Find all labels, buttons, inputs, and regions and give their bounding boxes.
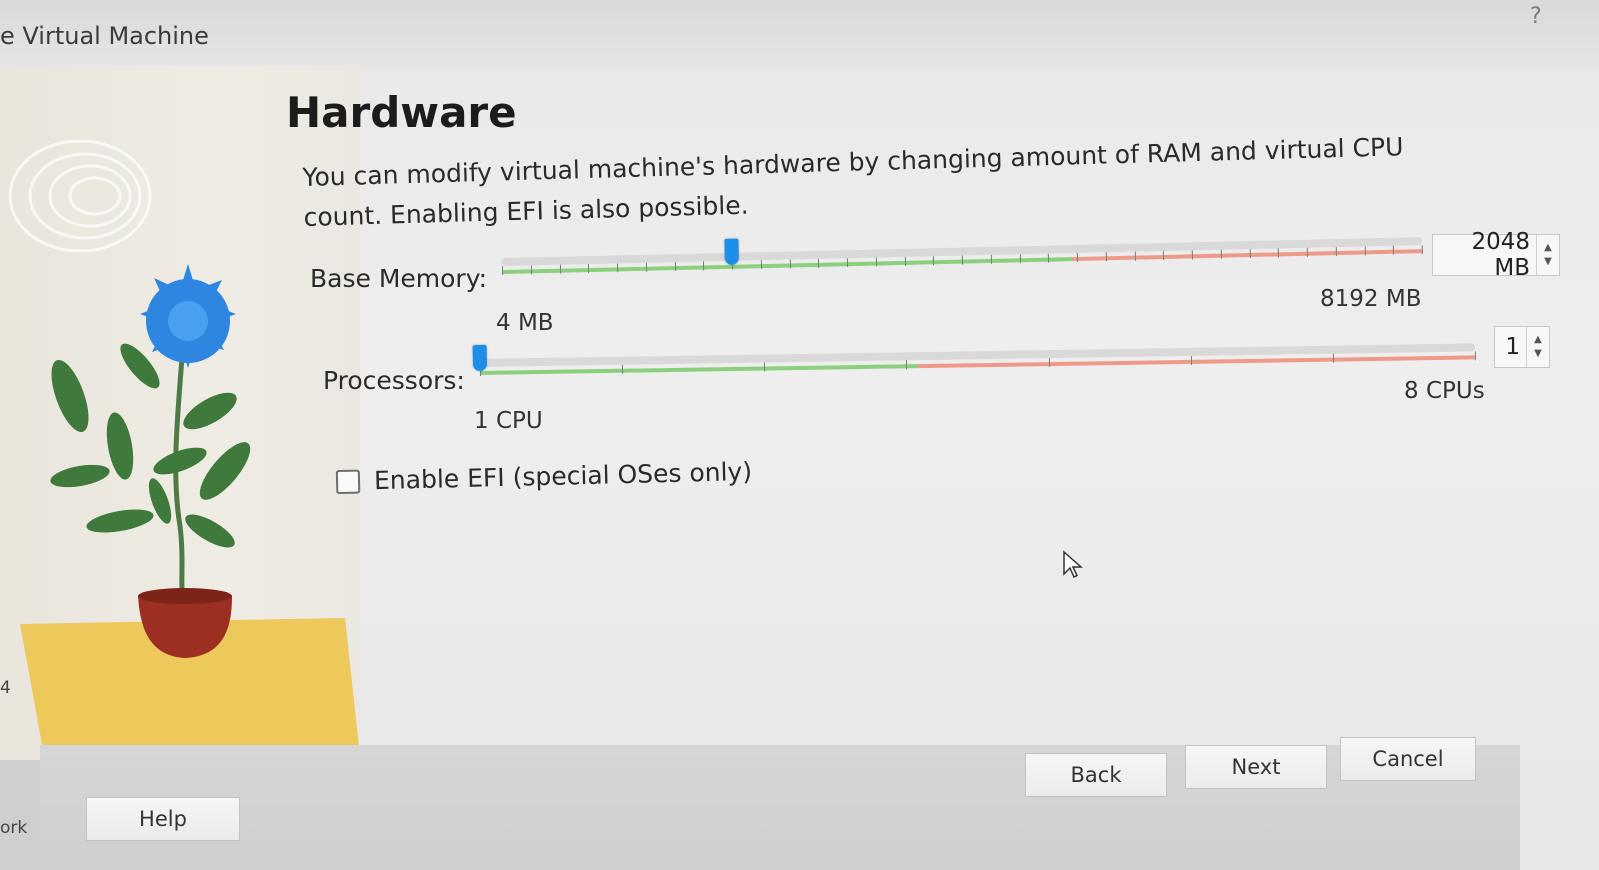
base-memory-label: Base Memory: xyxy=(310,264,488,293)
slider-tick xyxy=(1392,245,1395,255)
memory-slider-handle[interactable] xyxy=(724,238,739,265)
slider-tick xyxy=(764,362,766,372)
processors-spin-arrows[interactable]: ▲ ▼ xyxy=(1526,327,1549,367)
slider-tick xyxy=(1048,253,1050,263)
memory-value: 2048 MB xyxy=(1471,229,1530,281)
window-title: e Virtual Machine xyxy=(0,22,209,50)
processors-spinbox[interactable]: 1 ▲ ▼ xyxy=(1494,326,1550,368)
slider-tick xyxy=(530,265,532,275)
slider-tick xyxy=(588,264,590,274)
slider-tick xyxy=(846,258,849,268)
next-button[interactable]: Next xyxy=(1185,745,1327,789)
slider-tick xyxy=(1048,358,1050,368)
slider-tick xyxy=(1306,247,1308,257)
memory-spinbox[interactable]: 2048 MB ▲ ▼ xyxy=(1432,229,1560,281)
slider-tick xyxy=(933,256,935,266)
memory-spin-arrows[interactable]: ▲ ▼ xyxy=(1536,235,1559,275)
base-memory-slider[interactable] xyxy=(501,227,1423,288)
left-edge-number: 4 xyxy=(0,678,11,698)
slider-tick xyxy=(1421,245,1423,255)
left-edge-text: ork xyxy=(0,818,28,838)
slider-tick xyxy=(789,259,791,269)
slider-tick xyxy=(1474,351,1476,361)
efi-checkbox-label: Enable EFI (special OSes only) xyxy=(373,456,753,496)
slider-tick xyxy=(616,263,619,273)
screen: e Virtual Machine ? 4 ork Hardware You c… xyxy=(0,0,1599,870)
page-title: Hardware xyxy=(286,88,517,137)
title-bar: e Virtual Machine ? xyxy=(0,0,1599,72)
slider-tick xyxy=(1191,250,1193,260)
slider-tick xyxy=(904,256,906,266)
efi-checkbox-row[interactable]: Enable EFI (special OSes only) xyxy=(335,456,753,496)
slider-tick xyxy=(990,254,992,264)
slider-tick xyxy=(645,262,647,272)
slider-tick xyxy=(1220,249,1222,259)
slider-tick xyxy=(1105,252,1107,262)
slider-tick xyxy=(1249,249,1251,259)
slider-tick xyxy=(906,360,908,370)
cancel-button[interactable]: Cancel xyxy=(1340,737,1476,781)
efi-checkbox[interactable] xyxy=(335,469,361,494)
slider-tick xyxy=(1019,254,1021,264)
help-button[interactable]: Help xyxy=(86,797,240,841)
processors-min-label: 1 CPU xyxy=(474,408,543,434)
slider-tick xyxy=(961,255,964,265)
memory-min-label: 4 MB xyxy=(496,310,554,336)
back-button[interactable]: Back xyxy=(1025,753,1167,797)
slider-tick xyxy=(1190,355,1192,365)
slider-tick xyxy=(1163,250,1165,260)
slider-tick xyxy=(703,261,705,271)
page-description: You can modify virtual machine's hardwar… xyxy=(302,132,1404,232)
slider-tick xyxy=(760,260,762,270)
processors-max-label: 8 CPUs xyxy=(1404,378,1485,404)
processors-slider-handle[interactable] xyxy=(472,344,488,372)
slider-tick xyxy=(1076,252,1079,262)
help-icon[interactable]: ? xyxy=(1530,4,1542,29)
slider-tick xyxy=(1332,353,1334,363)
slider-tick xyxy=(1278,248,1280,258)
slider-tick xyxy=(1335,247,1337,257)
slider-tick xyxy=(875,257,877,267)
slider-tick xyxy=(559,264,561,274)
slider-tick xyxy=(674,262,676,272)
slider-tick xyxy=(818,258,820,268)
slider-tick xyxy=(1364,246,1366,256)
memory-max-label: 8192 MB xyxy=(1320,286,1422,312)
mouse-cursor-icon xyxy=(1063,550,1083,579)
processors-value: 1 xyxy=(1505,334,1520,360)
processors-slider[interactable] xyxy=(472,333,1476,389)
slider-tick xyxy=(501,265,504,275)
hardware-page: Hardware You can modify virtual machine'… xyxy=(280,66,1560,746)
slider-tick xyxy=(622,364,624,374)
wizard-button-bar: Back Next Cancel Help xyxy=(40,737,1520,870)
slider-tick xyxy=(1134,251,1136,261)
processors-label: Processors: xyxy=(323,366,465,395)
